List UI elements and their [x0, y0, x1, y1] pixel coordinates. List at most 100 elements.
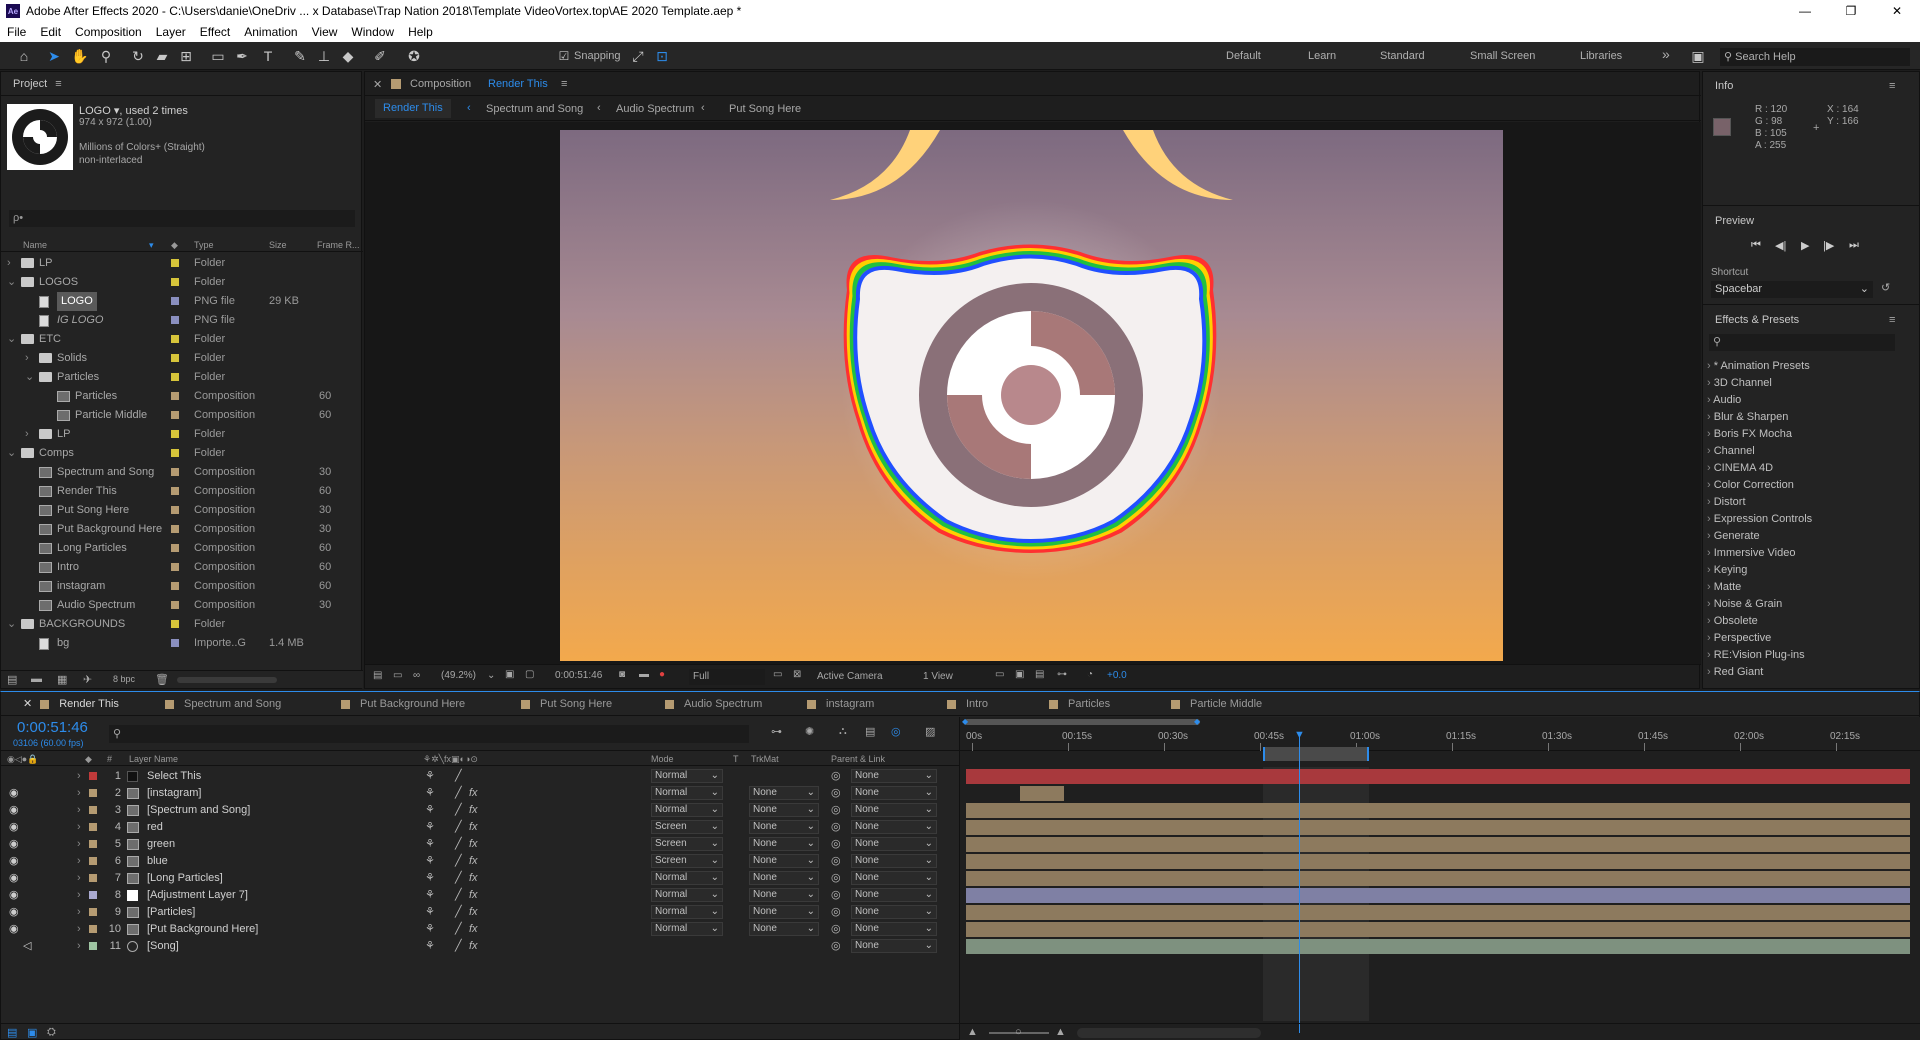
- workspace-libraries[interactable]: Libraries: [1580, 50, 1622, 62]
- parent-dropdown[interactable]: None ⌄: [851, 871, 937, 885]
- graph-editor-icon[interactable]: ▨: [925, 725, 935, 738]
- flowchart-icon[interactable]: ⊶: [1057, 669, 1067, 680]
- clone-stamp-tool-icon[interactable]: ⊥: [314, 46, 334, 66]
- fx-switch-icon[interactable]: fx: [469, 853, 478, 870]
- breadcrumb-spectrum-and-song[interactable]: Spectrum and Song: [486, 103, 583, 115]
- playhead-line[interactable]: [1299, 733, 1300, 1033]
- effect-category[interactable]: › Distort: [1703, 494, 1903, 511]
- effect-category[interactable]: › Red Giant: [1703, 664, 1903, 681]
- menu-edit[interactable]: Edit: [33, 25, 68, 39]
- shy-icon[interactable]: ⛬: [839, 725, 847, 738]
- project-item[interactable]: ⌄ Particles Folder: [1, 368, 347, 387]
- sort-arrow-icon[interactable]: ▾: [149, 238, 154, 252]
- effect-category[interactable]: › * Animation Presets: [1703, 358, 1903, 375]
- motion-blur-icon[interactable]: ◎: [891, 725, 901, 738]
- switches-icon[interactable]: ⚘✲╲fx▣◐◑⊙: [423, 752, 478, 766]
- shy-switch-icon[interactable]: ⚘: [425, 819, 435, 836]
- more-workspaces-button[interactable]: »: [1662, 46, 1670, 62]
- label-swatch[interactable]: [171, 601, 179, 609]
- expand-arrow-icon[interactable]: ›: [77, 938, 81, 955]
- new-comp-icon[interactable]: ▦: [57, 673, 67, 686]
- work-area-bar[interactable]: [1263, 747, 1369, 761]
- trkmat-dropdown[interactable]: None ⌄: [749, 905, 819, 919]
- exposure-value[interactable]: +0.0: [1107, 670, 1127, 681]
- pen-tool-icon[interactable]: ✒: [232, 46, 252, 66]
- selection-tool-icon[interactable]: ➤: [44, 46, 64, 66]
- parent-dropdown[interactable]: None ⌄: [851, 854, 937, 868]
- zoom-slider-handle[interactable]: ○: [1015, 1026, 1022, 1038]
- shy-switch-icon[interactable]: ⚘: [425, 904, 435, 921]
- project-item[interactable]: Particle Middle Composition 60: [1, 406, 347, 425]
- menu-view[interactable]: View: [305, 25, 345, 39]
- blend-mode-dropdown[interactable]: Normal ⌄: [651, 786, 723, 800]
- label-swatch[interactable]: [89, 891, 97, 899]
- toggle-transparency-icon[interactable]: ▢: [525, 669, 534, 680]
- last-frame-icon[interactable]: ⏭: [1849, 239, 1859, 252]
- parent-dropdown[interactable]: None ⌄: [851, 769, 937, 783]
- label-swatch[interactable]: [89, 908, 97, 916]
- label-swatch[interactable]: [89, 925, 97, 933]
- resolution-dropdown[interactable]: Full: [689, 669, 765, 685]
- project-item[interactable]: › LP Folder: [1, 254, 347, 273]
- menu-file[interactable]: File: [0, 25, 33, 39]
- pick-whip-icon[interactable]: ◎: [831, 870, 841, 887]
- eye-icon[interactable]: ◉: [9, 802, 19, 819]
- project-item[interactable]: ⌄ BACKGROUNDS Folder: [1, 615, 347, 634]
- eye-icon[interactable]: ◉: [9, 887, 19, 904]
- effect-category[interactable]: › Boris FX Mocha: [1703, 426, 1903, 443]
- expand-arrow-icon[interactable]: ›: [77, 853, 81, 870]
- parent-dropdown[interactable]: None ⌄: [851, 820, 937, 834]
- first-frame-icon[interactable]: ⏮: [1751, 239, 1761, 252]
- label-swatch[interactable]: [171, 582, 179, 590]
- fx-switch-icon[interactable]: fx: [469, 870, 478, 887]
- bpc-button[interactable]: 8 bpc: [113, 674, 135, 684]
- fx-switch-icon[interactable]: fx: [469, 938, 478, 955]
- shortcut-dropdown[interactable]: Spacebar ⌄: [1711, 281, 1873, 298]
- expand-arrow-icon[interactable]: ›: [77, 921, 81, 938]
- layer-duration-bar[interactable]: [966, 854, 1910, 869]
- in-out-toggle-icon[interactable]: ⛭: [47, 1026, 56, 1039]
- roto-brush-tool-icon[interactable]: ✐: [370, 46, 390, 66]
- quality-switch-icon[interactable]: ╱: [455, 836, 462, 853]
- layer-row[interactable]: ◉ › 9 [Particles] ⚘ ╱ fx Normal ⌄ None ⌄ ◎ None ⌄: [1, 904, 959, 921]
- expand-arrow-icon[interactable]: ›: [77, 819, 81, 836]
- prev-frame-icon[interactable]: ◀|: [1775, 239, 1786, 252]
- col-mode[interactable]: Mode: [651, 752, 674, 766]
- shy-switch-icon[interactable]: ⚘: [425, 836, 435, 853]
- timeline-tab[interactable]: Spectrum and Song: [165, 692, 281, 716]
- rotate-tool-icon[interactable]: ↻: [128, 46, 148, 66]
- trkmat-dropdown[interactable]: None ⌄: [749, 922, 819, 936]
- interpret-footage-icon[interactable]: ▤: [7, 673, 17, 686]
- quality-switch-icon[interactable]: ╱: [455, 802, 462, 819]
- navigator-start-handle[interactable]: ◆: [962, 717, 968, 726]
- label-swatch[interactable]: [89, 942, 97, 950]
- project-search-input[interactable]: ρ•: [9, 210, 355, 227]
- project-item[interactable]: bg Importe..G 1.4 MB: [1, 634, 347, 653]
- expand-arrow-icon[interactable]: ›: [77, 768, 81, 785]
- layer-row[interactable]: ◉ › 4 red ⚘ ╱ fx Screen ⌄ None ⌄ ◎ None ⌄: [1, 819, 959, 836]
- blend-mode-dropdown[interactable]: Screen ⌄: [651, 837, 723, 851]
- effect-category[interactable]: › Expression Controls: [1703, 511, 1903, 528]
- layer-duration-bar[interactable]: [966, 905, 1910, 920]
- reset-exposure-icon[interactable]: ◔: [1087, 669, 1093, 680]
- fx-switch-icon[interactable]: fx: [469, 904, 478, 921]
- av-features-icon[interactable]: ◉◁●🔒: [7, 752, 38, 766]
- layer-row[interactable]: ◉ › 7 [Long Particles] ⚘ ╱ fx Normal ⌄ None ⌄ ◎ None…: [1, 870, 959, 887]
- home-icon[interactable]: ⌂: [14, 46, 34, 66]
- quality-switch-icon[interactable]: ╱: [455, 853, 462, 870]
- breadcrumb-put-song-here[interactable]: Put Song Here: [729, 103, 801, 115]
- layer-duration-bar[interactable]: [966, 871, 1910, 886]
- expand-arrow-icon[interactable]: ›: [77, 904, 81, 921]
- collapse-arrow-icon[interactable]: ⌄: [25, 368, 34, 387]
- trkmat-dropdown[interactable]: None ⌄: [749, 871, 819, 885]
- fast-previews-icon[interactable]: ▣: [1015, 669, 1024, 680]
- speaker-icon[interactable]: ◁: [23, 938, 31, 955]
- col-framerate[interactable]: Frame R...: [317, 238, 360, 252]
- effect-category[interactable]: › Perspective: [1703, 630, 1903, 647]
- fx-switch-icon[interactable]: fx: [469, 785, 478, 802]
- next-frame-icon[interactable]: |▶: [1823, 239, 1834, 252]
- quality-switch-icon[interactable]: ╱: [455, 785, 462, 802]
- trkmat-dropdown[interactable]: None ⌄: [749, 854, 819, 868]
- quality-switch-icon[interactable]: ╱: [455, 921, 462, 938]
- zoom-dropdown[interactable]: (49.2%): [441, 670, 476, 681]
